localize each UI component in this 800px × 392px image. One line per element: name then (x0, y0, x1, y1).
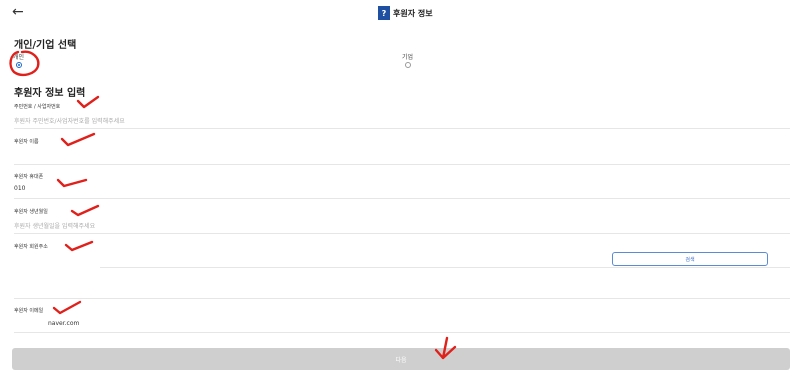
circle-mark (9, 50, 40, 77)
check-mark (56, 178, 88, 188)
annotation-marks (9, 50, 457, 360)
check-mark (76, 95, 100, 109)
check-mark (52, 300, 82, 315)
check-mark (70, 204, 100, 217)
check-mark (64, 240, 94, 252)
check-mark (60, 132, 96, 147)
down-arrow-mark (434, 336, 457, 360)
